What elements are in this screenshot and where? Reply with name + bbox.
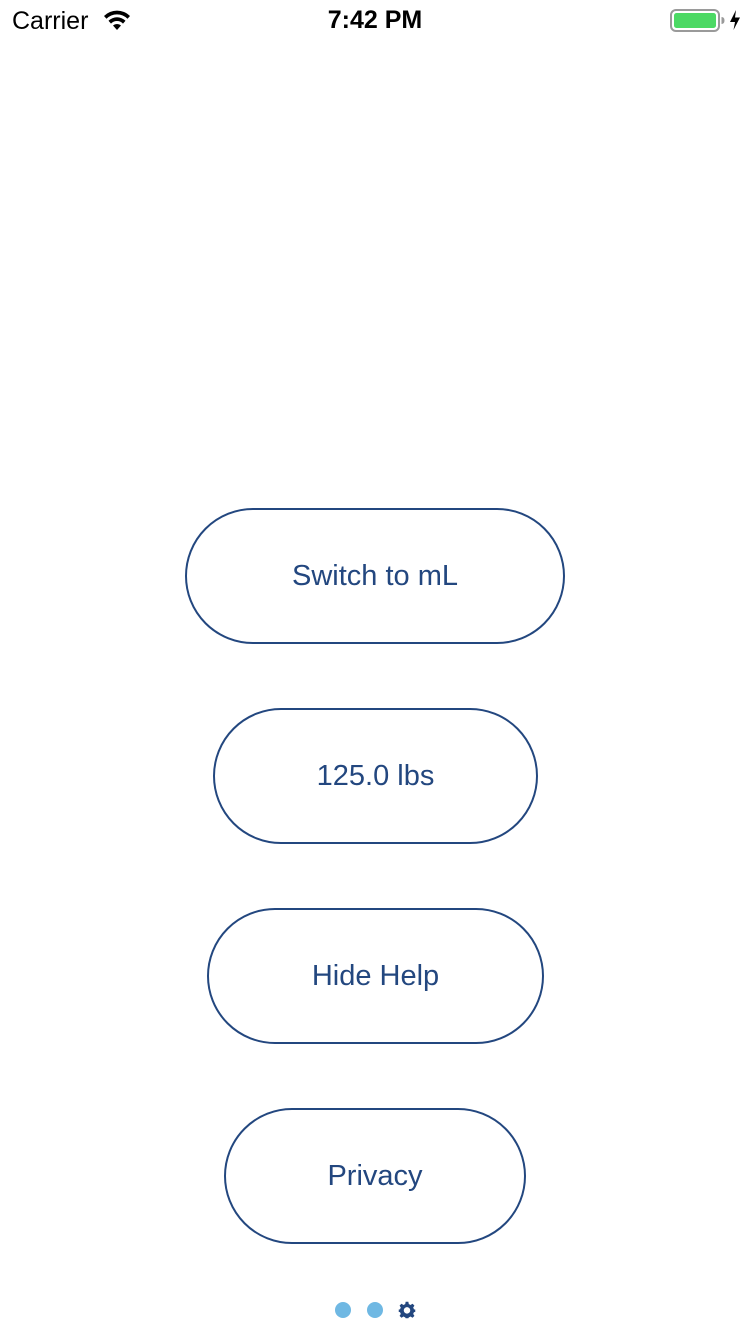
gear-icon[interactable] [398, 1301, 416, 1319]
body-weight-button[interactable]: 125.0 lbs [213, 708, 538, 844]
hide-help-button[interactable]: Hide Help [207, 908, 544, 1044]
switch-units-button[interactable]: Switch to mL [185, 508, 565, 644]
charging-icon [730, 10, 740, 30]
status-time: 7:42 PM [327, 6, 423, 34]
page-dot[interactable] [367, 1302, 383, 1318]
privacy-button[interactable]: Privacy [224, 1108, 526, 1244]
page-indicator[interactable] [0, 1300, 750, 1320]
page-dot[interactable] [335, 1302, 351, 1318]
status-bar: Carrier 7:42 PM [0, 0, 750, 40]
battery-icon [670, 9, 725, 32]
